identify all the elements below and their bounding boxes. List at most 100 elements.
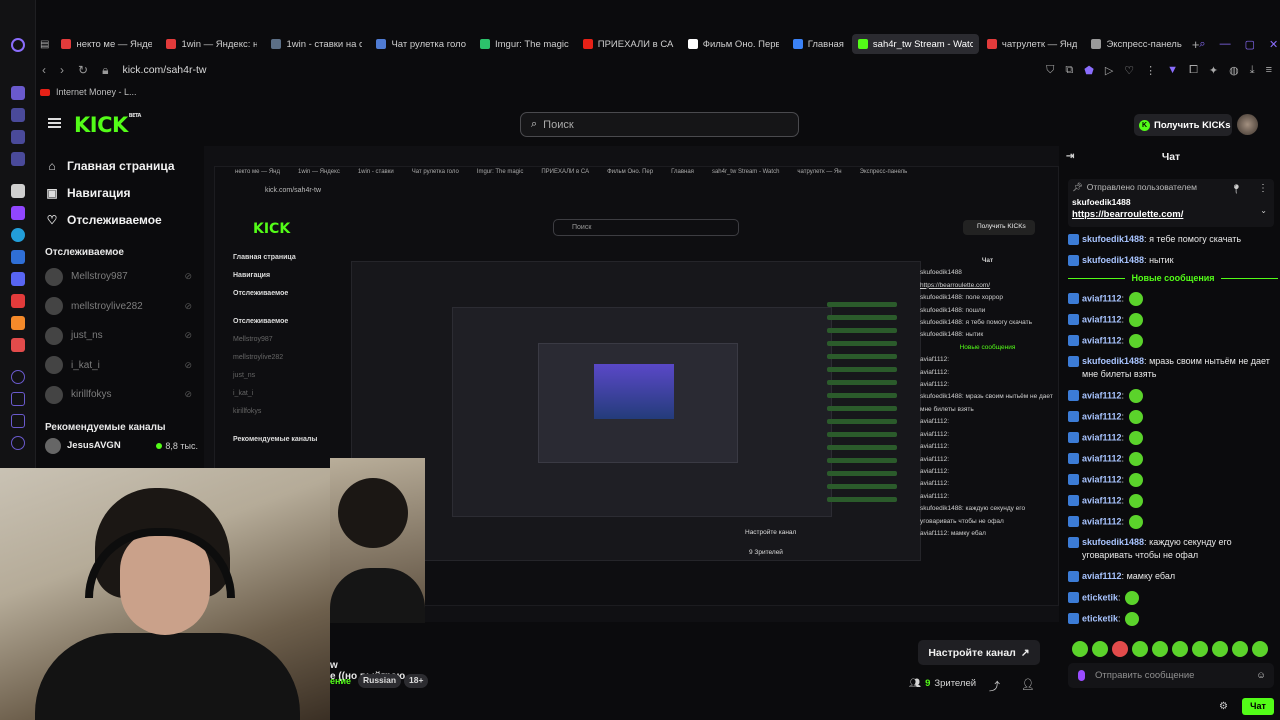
history-icon[interactable] <box>11 108 25 122</box>
cube-icon[interactable] <box>11 392 25 406</box>
chat-username[interactable]: aviaf1112 <box>1082 453 1122 463</box>
chat-username[interactable]: aviaf1112 <box>1082 516 1122 526</box>
chat-username[interactable]: aviaf1112 <box>1082 390 1122 400</box>
back-icon[interactable]: ‹ <box>42 63 46 77</box>
bookmark-item[interactable]: Internet Money - L... <box>56 87 137 97</box>
triangle-icon[interactable] <box>11 184 25 198</box>
reload-icon[interactable]: ↻ <box>78 63 88 77</box>
extensions-icon[interactable]: ⧠ <box>1189 64 1198 77</box>
chat-username[interactable]: aviaf1112 <box>1082 495 1122 505</box>
forward-icon[interactable]: › <box>60 63 64 77</box>
pin-icon[interactable]: 📍︎ <box>1231 184 1242 195</box>
browser-tab[interactable]: Imgur: The magic <box>474 34 575 54</box>
set-channel-button[interactable]: Настройте канал ↗ <box>918 640 1040 665</box>
emote-icon[interactable] <box>1152 641 1168 657</box>
chat-username[interactable]: skufoedik1488 <box>1082 537 1144 547</box>
pin-icon[interactable]: ▼ <box>1167 64 1178 77</box>
menu-icon[interactable]: ⋮ <box>1145 64 1156 77</box>
pinned-user[interactable]: skufoedik1488 <box>1072 197 1270 207</box>
following-item[interactable]: just_ns ⊘ <box>36 321 204 351</box>
bookmark-page-icon[interactable]: ⛉ <box>1046 64 1054 77</box>
opera-logo-icon[interactable] <box>11 38 25 52</box>
emote-icon[interactable] <box>1232 641 1248 657</box>
user-avatar[interactable] <box>1237 114 1258 135</box>
chat-username[interactable]: aviaf1112 <box>1082 432 1122 442</box>
chevron-down-icon[interactable]: ⌄ <box>1260 206 1267 215</box>
browser-tab[interactable]: ПРИЕХАЛИ в САМ <box>577 34 680 54</box>
browser-tab[interactable]: sah4r_tw Stream - Watch <box>851 34 979 54</box>
chat-username[interactable]: skufoedik1488 <box>1082 356 1144 366</box>
emote-icon[interactable] <box>1192 641 1208 657</box>
sidebar-item[interactable]: ▣ Навигация <box>36 179 204 206</box>
tag-age[interactable]: 18+ <box>404 674 429 688</box>
chat-username[interactable]: eticketik <box>1082 613 1118 623</box>
browser-tab[interactable]: Экспресс-панель <box>1085 34 1187 54</box>
following-item[interactable]: mellstroylive282 ⊘ <box>36 292 204 322</box>
emote-icon[interactable] <box>1212 641 1228 657</box>
twitch-icon[interactable] <box>11 206 25 220</box>
mail-icon[interactable] <box>11 152 25 166</box>
collapse-chat-icon[interactable]: ⇥ <box>1066 151 1074 162</box>
emote-icon[interactable] <box>1092 641 1108 657</box>
puzzle-icon[interactable]: ✦ <box>1209 64 1218 77</box>
clock-icon[interactable] <box>11 370 25 384</box>
menu-burger-icon[interactable] <box>48 118 61 128</box>
share-icon[interactable]: ⤴ <box>989 678 1000 694</box>
chat-send-button[interactable]: Чат <box>1242 698 1274 715</box>
mic-icon[interactable] <box>1078 670 1085 681</box>
settings-icon[interactable] <box>11 436 25 450</box>
chat-username[interactable]: aviaf1112 <box>1082 293 1122 303</box>
chat-username[interactable]: skufoedik1488 <box>1082 255 1144 265</box>
profile-icon[interactable]: ◍ <box>1229 64 1239 77</box>
music-icon[interactable] <box>11 338 25 352</box>
pinned-link[interactable]: https://bearroulette.com/ <box>1072 209 1270 220</box>
discord-icon[interactable] <box>11 272 25 286</box>
user-add-icon[interactable]: 👤︎ <box>1021 678 1035 691</box>
maximize-icon[interactable]: ▢ <box>1245 38 1255 51</box>
telegram-icon[interactable] <box>11 228 25 242</box>
browser-tab[interactable]: чатрулетк — Янд <box>981 34 1084 54</box>
chat-username[interactable]: aviaf1112 <box>1082 474 1122 484</box>
okru-icon[interactable] <box>11 316 25 330</box>
vpn-icon[interactable]: ⬟ <box>1084 64 1094 77</box>
chat-settings-icon[interactable]: ⚙ <box>1219 701 1228 712</box>
yandex-icon[interactable] <box>11 294 25 308</box>
easy-setup-icon[interactable]: ≡ <box>1266 64 1272 77</box>
player-icon[interactable]: ▷ <box>1105 64 1113 77</box>
chat-username[interactable]: aviaf1112 <box>1082 571 1122 581</box>
chat-input[interactable]: Отправить сообщение ☺ <box>1068 663 1274 688</box>
chat-username[interactable]: aviaf1112 <box>1082 335 1122 345</box>
stream-category[interactable]: ение <box>330 676 351 686</box>
kick-logo[interactable]: KICKBETA <box>74 113 141 137</box>
browser-tab[interactable]: Главная <box>787 34 850 54</box>
screenshot-icon[interactable]: ⧉ <box>1065 64 1073 77</box>
messenger-icon[interactable] <box>11 86 25 100</box>
emote-icon[interactable] <box>1252 641 1268 657</box>
favorite-icon[interactable]: ♡ <box>1124 64 1134 77</box>
following-item[interactable]: i_kat_i ⊘ <box>36 351 204 381</box>
heart-outline-icon[interactable] <box>11 414 25 428</box>
download-icon[interactable]: ⤓ <box>1250 64 1255 77</box>
recommended-channel[interactable]: JesusAVGN 8,8 тыс. <box>36 437 204 454</box>
browser-tab[interactable]: 1win — Яндекс: н <box>160 34 263 54</box>
chat-username[interactable]: eticketik <box>1082 592 1118 602</box>
following-item[interactable]: kirillfokys ⊘ <box>36 380 204 410</box>
close-window-icon[interactable]: ✕ <box>1269 38 1278 51</box>
url-field[interactable]: kick.com/sah4r-tw <box>122 64 206 76</box>
bookmark-icon[interactable] <box>11 130 25 144</box>
emote-icon[interactable] <box>1132 641 1148 657</box>
chat-username[interactable]: aviaf1112 <box>1082 411 1122 421</box>
vk-icon[interactable] <box>11 250 25 264</box>
chat-username[interactable]: aviaf1112 <box>1082 314 1122 324</box>
tag-language[interactable]: Russian <box>358 674 402 688</box>
emoji-icon[interactable]: ☺ <box>1256 670 1266 681</box>
chat-username[interactable]: skufoedik1488 <box>1082 234 1144 244</box>
browser-tab[interactable]: некто ме — Яндекс <box>55 34 158 54</box>
sidebar-item[interactable]: ⌂ Главная страница <box>36 152 204 179</box>
minimize-icon[interactable]: — <box>1220 38 1231 51</box>
browser-tab[interactable]: Фильм Оно. Перв <box>682 34 785 54</box>
browser-tab[interactable]: Чат рулетка голо <box>370 34 472 54</box>
new-tab-button[interactable]: + <box>1192 37 1200 52</box>
tab-overview-icon[interactable]: ▤ <box>40 39 49 50</box>
get-kicks-button[interactable]: K Получить KICKs <box>1134 114 1232 136</box>
